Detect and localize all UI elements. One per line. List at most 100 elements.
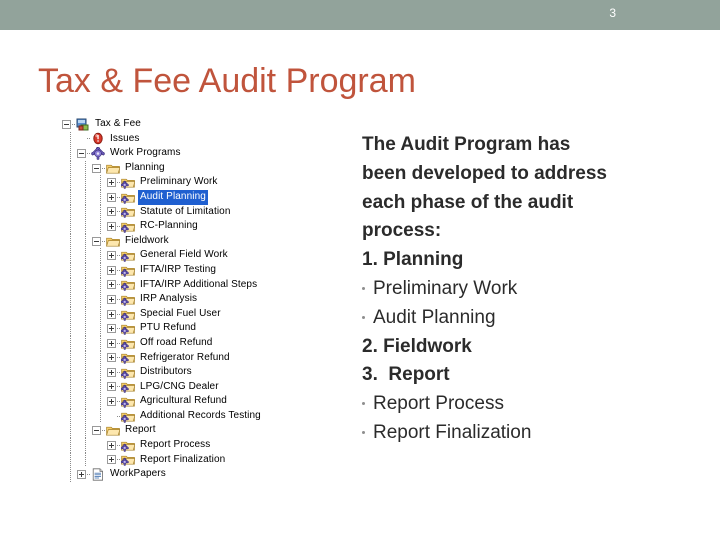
tree-item-label: WorkPapers (110, 468, 166, 480)
tree-indent-guide (92, 453, 107, 468)
tree-item-label: Report Finalization (140, 453, 226, 465)
tree-item[interactable]: IRP Analysis (62, 292, 352, 307)
tree-indent-guide (62, 438, 77, 453)
expand-node-icon[interactable] (107, 324, 116, 334)
expand-node-icon[interactable] (107, 221, 116, 231)
tree-item[interactable]: Report Process (62, 438, 352, 453)
tree-indent-guide (62, 262, 77, 278)
expand-node-icon[interactable] (107, 367, 116, 377)
document-icon (91, 468, 105, 481)
tree-indent-guide (62, 379, 77, 395)
tree-indent-guide (62, 321, 77, 336)
tree-indent-guide (92, 365, 107, 380)
tree-item-label: Additional Records Testing (140, 409, 261, 421)
tree-indent-guide (92, 379, 107, 395)
tree-indent-guide (92, 204, 107, 220)
tree-item[interactable]: Fieldwork (62, 233, 352, 249)
expand-node-icon[interactable] (107, 280, 116, 290)
tree-indent-guide (62, 452, 77, 468)
tree-indent-guide (62, 175, 77, 190)
issue-alert-icon (91, 132, 105, 145)
tree-item[interactable]: IFTA/IRP Testing (62, 262, 352, 278)
collapse-node-icon[interactable] (77, 148, 86, 158)
tree-indent-guide (77, 292, 92, 307)
tree-item[interactable]: Special Fuel User (62, 306, 352, 322)
expand-node-icon[interactable] (107, 192, 116, 202)
tree-indent-guide (77, 335, 92, 351)
tree-item[interactable]: IFTA/IRP Additional Steps (62, 277, 352, 293)
body-heading-line: 2. Fieldwork (362, 335, 472, 357)
tree-item[interactable]: Refrigerator Refund (62, 350, 352, 366)
work-program-tree[interactable]: Tax & Fee Issues Work Programs Planning Prel… (62, 117, 352, 482)
collapse-node-icon[interactable] (92, 163, 101, 173)
page-number: 3 (609, 6, 616, 20)
folder-gear-icon (121, 249, 135, 262)
folder-gear-icon (121, 191, 135, 204)
tree-item-label: IFTA/IRP Testing (140, 263, 217, 275)
expand-node-icon[interactable] (107, 178, 116, 188)
gear-icon (91, 146, 105, 160)
tree-item[interactable]: LPG/CNG Dealer (62, 379, 352, 395)
folder-gear-icon (121, 220, 135, 233)
expand-node-icon[interactable] (107, 265, 116, 275)
collapse-node-icon[interactable] (92, 426, 101, 436)
tree-indent-guide (62, 394, 77, 409)
tree-item[interactable]: Off road Refund (62, 335, 352, 351)
tree-item[interactable]: Tax & Fee (62, 117, 352, 132)
tree-item[interactable]: Planning (62, 160, 352, 176)
tree-item-label: Preliminary Work (140, 176, 218, 188)
tree-item[interactable]: Agricultural Refund (62, 394, 352, 409)
tree-indent-guide (62, 233, 77, 249)
expand-node-icon[interactable] (107, 382, 116, 392)
tree-item-label: Planning (125, 161, 165, 173)
expand-node-icon[interactable] (107, 309, 116, 319)
tree-indent-guide (77, 306, 92, 322)
tree-item[interactable]: Report Finalization (62, 452, 352, 468)
tree-indent-guide (92, 175, 107, 190)
body-heading-line: The Audit Program has (362, 134, 571, 155)
tree-item[interactable]: Additional Records Testing (62, 408, 352, 424)
body-heading-line: 3. Report (362, 364, 450, 386)
expand-node-icon[interactable] (107, 397, 116, 407)
tree-indent-guide (92, 321, 107, 336)
tree-item[interactable]: WorkPapers (62, 467, 352, 482)
expand-node-icon[interactable] (107, 251, 116, 261)
tree-item[interactable]: Distributors (62, 365, 352, 380)
expand-node-icon[interactable] (107, 455, 116, 465)
collapse-node-icon[interactable] (62, 119, 71, 129)
tree-item[interactable]: Issues (62, 131, 352, 147)
tree-item[interactable]: Report (62, 423, 352, 438)
bullet-dot-icon (362, 315, 365, 319)
tree-item[interactable]: Preliminary Work (62, 175, 352, 190)
tree-item-label: IRP Analysis (140, 293, 198, 305)
tree-item[interactable]: General Field Work (62, 248, 352, 263)
folder-gear-icon (121, 395, 135, 408)
tree-item-label: Distributors (140, 366, 192, 378)
tree-item[interactable]: Audit Planning (62, 189, 352, 205)
expand-node-icon[interactable] (107, 207, 116, 217)
tree-item[interactable]: RC-Planning (62, 219, 352, 234)
expand-node-icon[interactable] (107, 440, 116, 450)
tree-indent-guide (77, 379, 92, 395)
folder-gear-icon (121, 366, 135, 379)
body-bullet-text: Preliminary Work (373, 277, 518, 299)
tree-indent-guide (77, 233, 92, 249)
folder-gear-icon (121, 439, 135, 452)
expand-node-icon[interactable] (77, 470, 86, 480)
tree-indent-guide (62, 306, 77, 322)
folder-gear-icon (121, 278, 135, 292)
tree-item[interactable]: Statute of Limitation (62, 204, 352, 220)
tree-indent-guide (62, 277, 77, 293)
body-bullet-item: Report Finalization (362, 419, 692, 448)
tree-indent-guide (92, 262, 107, 278)
expand-node-icon[interactable] (107, 353, 116, 363)
tree-item[interactable]: PTU Refund (62, 321, 352, 336)
collapse-node-icon[interactable] (92, 236, 101, 246)
tree-item-label: Special Fuel User (140, 307, 221, 319)
expand-node-icon[interactable] (107, 338, 116, 348)
tree-indent-guide (92, 248, 107, 263)
tree-item[interactable]: Work Programs (62, 146, 352, 161)
folder-gear-icon (121, 380, 135, 394)
expand-node-icon[interactable] (107, 294, 116, 304)
tree-indent-guide (62, 350, 77, 366)
